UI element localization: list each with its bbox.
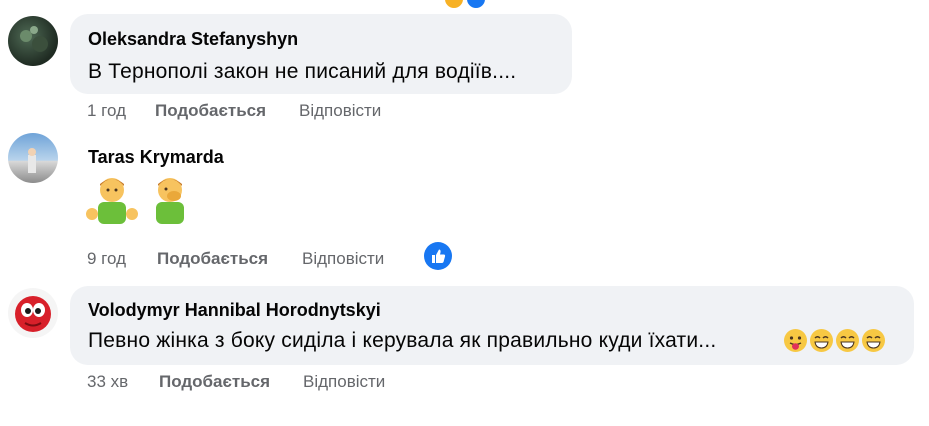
grin-emoji [810,329,833,352]
like-icon[interactable] [424,242,452,270]
comment-time[interactable]: 33 хв [87,372,128,392]
comment-time[interactable]: 9 год [87,249,126,269]
avatar[interactable] [8,16,58,66]
comment-author[interactable]: Volodymyr Hannibal Horodnytskyi [88,300,381,321]
grin-emoji [862,329,885,352]
haha-reaction-icon [443,0,465,10]
comment-author[interactable]: Oleksandra Stefanyshyn [88,29,298,50]
avatar[interactable] [8,133,58,183]
comment-bubble: Oleksandra Stefanyshyn В Тернополі закон… [70,14,572,94]
top-reactions[interactable] [443,0,493,10]
avatar[interactable] [8,288,58,338]
comment-text: 🤷‍♂️🤦‍♂️ [86,174,196,226]
like-button[interactable]: Подобається [159,372,270,392]
grin-emoji [836,329,859,352]
emoji-row [781,329,885,352]
thumbs-up-icon [432,249,446,263]
shrug-man-emoji [86,178,184,224]
tongue-face-emoji [784,329,807,352]
comment-author[interactable]: Taras Krymarda [88,147,224,168]
avatar-photo [20,26,48,52]
avatar-photo [15,296,51,332]
like-button[interactable]: Подобається [155,101,266,121]
avatar-photo [28,148,36,173]
reply-button[interactable]: Відповісти [302,249,384,269]
comment-time[interactable]: 1 год [87,101,126,121]
comment-text: Певно жінка з боку сиділа і керувала як … [88,329,717,352]
like-reaction-icon [465,0,487,10]
comment-text: В Тернополі закон не писаний для водіїв.… [88,60,517,83]
comment-bubble: Volodymyr Hannibal Horodnytskyi Певно жі… [70,286,914,365]
reply-button[interactable]: Відповісти [299,101,381,121]
reply-button[interactable]: Відповісти [303,372,385,392]
like-button[interactable]: Подобається [157,249,268,269]
